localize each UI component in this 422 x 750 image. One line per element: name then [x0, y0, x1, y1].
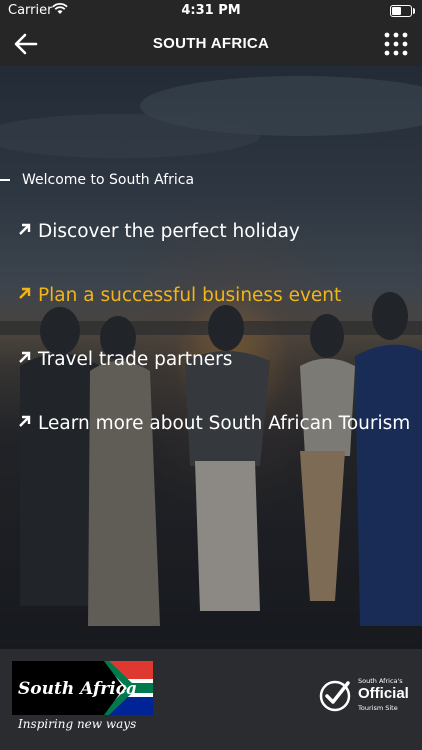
clock: 4:31 PM: [181, 3, 241, 18]
official-site-badge: South Africa's Official Tourism Site: [318, 677, 410, 717]
menu-item[interactable]: Travel trade partners: [18, 349, 232, 370]
south-africa-logo[interactable]: South Africa: [12, 661, 153, 715]
badge-line-2: Tourism Site: [358, 704, 398, 712]
check-circle-icon: [319, 680, 351, 712]
arrow-up-right-icon: [19, 223, 31, 235]
arrow-up-right-icon: [19, 287, 31, 299]
arrow-up-right-icon: [19, 351, 31, 363]
battery-icon: [390, 5, 415, 17]
logo-text: South Africa: [18, 679, 137, 699]
tagline: Inspiring new ways: [18, 717, 137, 731]
hero-background: Welcome to South Africa Discover the per…: [0, 66, 422, 649]
grid-menu-icon[interactable]: [384, 32, 408, 56]
dash-marker: [0, 179, 10, 181]
page-title: SOUTH AFRICA: [152, 35, 270, 52]
navigation-bar: SOUTH AFRICA: [0, 22, 422, 66]
badge-main: Official: [358, 685, 409, 702]
menu-item[interactable]: Discover the perfect holiday: [18, 221, 300, 242]
welcome-heading: Welcome to South Africa: [0, 172, 194, 188]
arrow-up-right-icon: [19, 415, 31, 427]
status-bar: Carrier 4:31 PM: [0, 0, 422, 22]
badge-line-1: South Africa's: [358, 677, 403, 685]
menu-item-label: Discover the perfect holiday: [38, 221, 300, 242]
menu-item[interactable]: Plan a successful business event: [18, 285, 341, 306]
menu-item[interactable]: Learn more about South African Tourism: [18, 413, 410, 434]
menu-item-label: Learn more about South African Tourism: [38, 413, 411, 434]
footer: South Africa Inspiring new ways South Af…: [0, 649, 422, 750]
menu-item-label: Plan a successful business event: [38, 285, 342, 306]
welcome-text: Welcome to South Africa: [22, 172, 195, 188]
menu-item-label: Travel trade partners: [38, 349, 233, 370]
